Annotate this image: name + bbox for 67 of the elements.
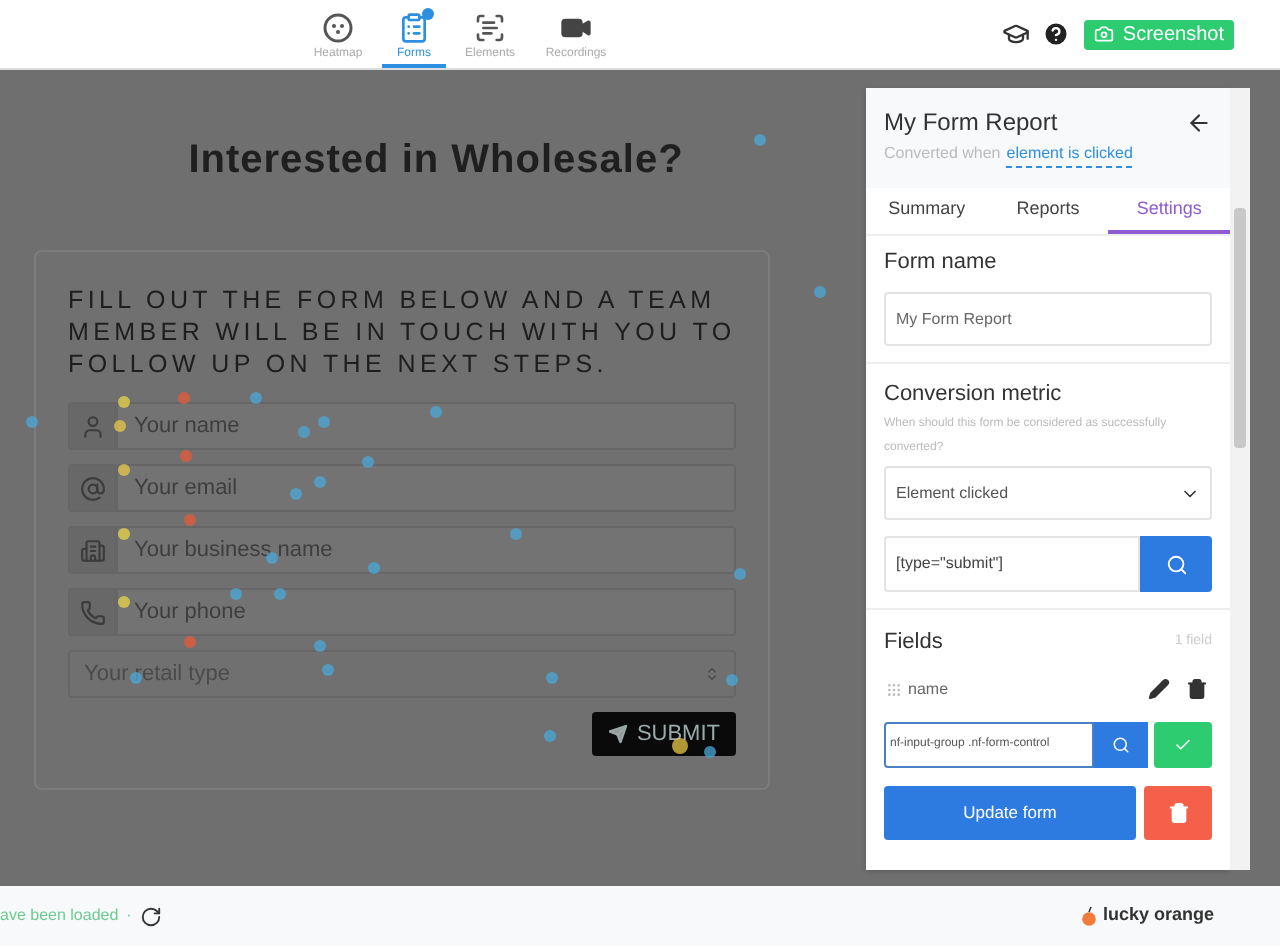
clipboard-icon (398, 12, 430, 44)
separator: · (126, 904, 132, 928)
heatmap-spot (544, 730, 556, 742)
heatmap-spot (362, 456, 374, 468)
metric-select[interactable]: Element clicked (884, 466, 1212, 520)
phone-icon (79, 599, 105, 625)
heatmap-spot (118, 464, 130, 476)
conversion-link[interactable]: element is clicked (1006, 142, 1133, 168)
check-icon (1173, 735, 1192, 753)
panel-tab[interactable]: Reports (987, 188, 1109, 234)
heatmap-spot (26, 416, 38, 428)
updown-icon (704, 666, 720, 682)
at-sign-icon (79, 475, 105, 501)
heatmap-spot (178, 392, 190, 404)
heatmap-spot (184, 636, 196, 648)
heatmap-spot (430, 406, 442, 418)
fruit-logo-icon (1082, 906, 1097, 926)
field-name: name (908, 677, 951, 701)
trash-icon (1167, 801, 1189, 823)
panel-title: My Form Report (884, 106, 1058, 140)
form-intro: FILL OUT THE FORM BELOW AND A TEAM MEMBER WILL BE IN TOUCH WITH YOU TO FOLLOW UP ON THE NEXT STEPS. (68, 284, 736, 380)
heatmap-spot (274, 588, 286, 600)
refresh-icon[interactable] (139, 905, 162, 927)
heatmap-spot (118, 596, 130, 608)
submit-button[interactable]: SUBMIT (592, 712, 736, 756)
building-icon (79, 537, 105, 563)
selector-field[interactable]: [type="submit"] (884, 536, 1140, 592)
heatmap-spot (546, 672, 558, 684)
heatmap-spot (734, 568, 746, 580)
trash-icon[interactable] (1186, 678, 1208, 700)
pencil-icon[interactable] (1148, 678, 1170, 700)
drag-handle-icon[interactable] (884, 681, 904, 697)
search-icon (1165, 553, 1187, 575)
help-icon[interactable] (1042, 20, 1071, 48)
update-form-button[interactable]: Update form (884, 785, 1136, 839)
heatmap-spot (184, 514, 196, 526)
heatmap-spot (754, 134, 766, 146)
heatmap-icon (322, 12, 354, 44)
heatmap-spot (726, 674, 738, 686)
scrollbar[interactable] (1230, 88, 1250, 870)
heatmap-spot (814, 286, 826, 298)
heatmap-spot (704, 746, 716, 758)
page-title: Interested in Wholesale? (188, 136, 684, 186)
person-icon (79, 413, 105, 439)
section-heading: Conversion metric (884, 379, 1064, 409)
status-message: ave been loaded (0, 904, 119, 928)
heatmap-spot (118, 528, 130, 540)
panel-tab[interactable]: Summary (866, 188, 988, 234)
heatmap-spot (180, 450, 192, 462)
heatmap-spot (368, 562, 380, 574)
section-heading: Fields (884, 628, 943, 658)
delete-button[interactable] (1144, 785, 1212, 839)
paper-plane-icon (608, 724, 629, 744)
heatmap-spot (230, 588, 242, 600)
graduation-cap-icon[interactable] (1002, 20, 1031, 48)
section-heading: Form name (884, 248, 999, 278)
search-button[interactable] (1093, 721, 1148, 767)
back-arrow-icon[interactable] (1186, 109, 1212, 135)
heatmap-spot (510, 528, 522, 540)
search-icon (1111, 735, 1130, 753)
search-button[interactable] (1140, 536, 1212, 592)
heatmap-spot (250, 392, 262, 404)
element-frame-icon (474, 12, 506, 44)
camera-icon (1094, 24, 1115, 44)
panel-subtitle: Converted when (884, 142, 1001, 166)
form-name-field[interactable]: My Form Report (884, 291, 1212, 345)
brand-name: lucky orange (1102, 902, 1214, 929)
